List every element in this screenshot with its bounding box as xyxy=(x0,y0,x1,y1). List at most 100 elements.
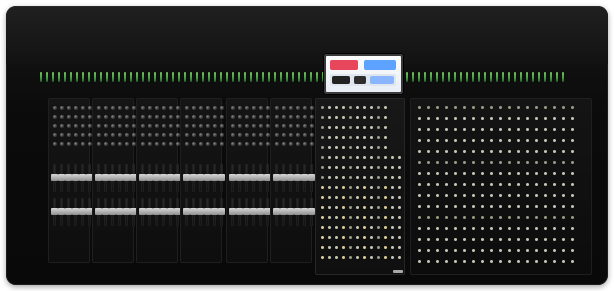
screen-blue-panel xyxy=(364,60,396,70)
control-button xyxy=(349,136,352,139)
control-button xyxy=(349,196,352,199)
control-button xyxy=(544,194,547,197)
control-button xyxy=(517,106,520,109)
control-button xyxy=(321,226,324,229)
rotary-knob xyxy=(303,142,307,146)
control-button xyxy=(398,216,401,219)
channel-fader xyxy=(160,164,167,192)
control-button xyxy=(321,196,324,199)
control-button xyxy=(562,161,565,164)
channel-fader xyxy=(280,198,287,226)
control-button xyxy=(363,246,366,249)
control-button xyxy=(427,172,430,175)
control-button xyxy=(370,256,373,259)
control-button xyxy=(571,106,574,109)
rotary-knob xyxy=(310,124,314,128)
control-button xyxy=(321,246,324,249)
rotary-knob xyxy=(275,124,279,128)
control-button xyxy=(391,166,394,169)
control-button xyxy=(490,205,493,208)
control-button xyxy=(377,146,380,149)
control-button xyxy=(321,186,324,189)
level-meter xyxy=(508,72,510,82)
channel-fader xyxy=(257,164,264,192)
control-button xyxy=(481,227,484,230)
rotary-knob xyxy=(125,106,129,110)
control-button xyxy=(454,194,457,197)
control-button xyxy=(544,106,547,109)
rotary-knob xyxy=(303,124,307,128)
control-button xyxy=(418,260,421,263)
button-row xyxy=(321,256,401,259)
level-meter xyxy=(184,72,186,82)
rotary-knob xyxy=(74,142,78,146)
control-button xyxy=(472,139,475,142)
control-button xyxy=(335,126,338,129)
channel-fader xyxy=(308,198,315,226)
knob-row xyxy=(53,115,92,119)
rotary-knob xyxy=(252,115,256,119)
right-button-row xyxy=(418,139,574,142)
rotary-knob xyxy=(289,115,293,119)
right-button-row xyxy=(418,238,574,241)
control-button xyxy=(321,116,324,119)
button-row xyxy=(321,236,401,239)
control-button xyxy=(571,172,574,175)
control-button xyxy=(445,139,448,142)
control-button xyxy=(321,206,324,209)
control-button xyxy=(553,161,556,164)
control-button xyxy=(481,128,484,131)
rotary-knob xyxy=(97,124,101,128)
control-button xyxy=(454,139,457,142)
button-row xyxy=(321,166,401,169)
level-meter xyxy=(148,72,150,82)
control-button xyxy=(481,161,484,164)
control-button xyxy=(508,172,511,175)
level-meter xyxy=(220,72,222,82)
control-button xyxy=(384,226,387,229)
channel-fader xyxy=(243,198,250,226)
control-button xyxy=(472,238,475,241)
channel-fader xyxy=(250,164,257,192)
level-meter xyxy=(412,72,414,82)
control-button xyxy=(499,205,502,208)
rotary-knob xyxy=(74,106,78,110)
control-button xyxy=(526,216,529,219)
control-button xyxy=(463,260,466,263)
control-button xyxy=(481,260,484,263)
rotary-knob xyxy=(275,115,279,119)
level-meter xyxy=(82,72,84,82)
control-button xyxy=(490,227,493,230)
control-button xyxy=(454,183,457,186)
control-button xyxy=(370,106,373,109)
control-button xyxy=(427,117,430,120)
channel-section-5 xyxy=(226,98,271,263)
channel-fader xyxy=(130,164,137,192)
rotary-knob xyxy=(238,106,242,110)
channel-fader xyxy=(301,164,308,192)
control-button xyxy=(463,249,466,252)
channel-fader xyxy=(58,198,65,226)
knob-row xyxy=(231,124,270,128)
rotary-knob xyxy=(148,106,152,110)
control-button xyxy=(342,126,345,129)
control-button xyxy=(499,249,502,252)
channel-fader xyxy=(79,164,86,192)
control-button xyxy=(391,256,394,259)
rotary-knob xyxy=(118,142,122,146)
channel-fader xyxy=(183,198,190,226)
knob-row xyxy=(97,133,136,137)
control-button xyxy=(445,172,448,175)
control-button xyxy=(436,249,439,252)
control-button xyxy=(562,249,565,252)
level-meter xyxy=(112,72,114,82)
rotary-knob xyxy=(220,115,224,119)
control-button xyxy=(445,128,448,131)
control-button xyxy=(526,106,529,109)
rotary-knob xyxy=(67,106,71,110)
level-meter xyxy=(436,72,438,82)
level-meter xyxy=(244,72,246,82)
channel-section-3 xyxy=(136,98,181,263)
control-button xyxy=(377,226,380,229)
control-button xyxy=(418,139,421,142)
